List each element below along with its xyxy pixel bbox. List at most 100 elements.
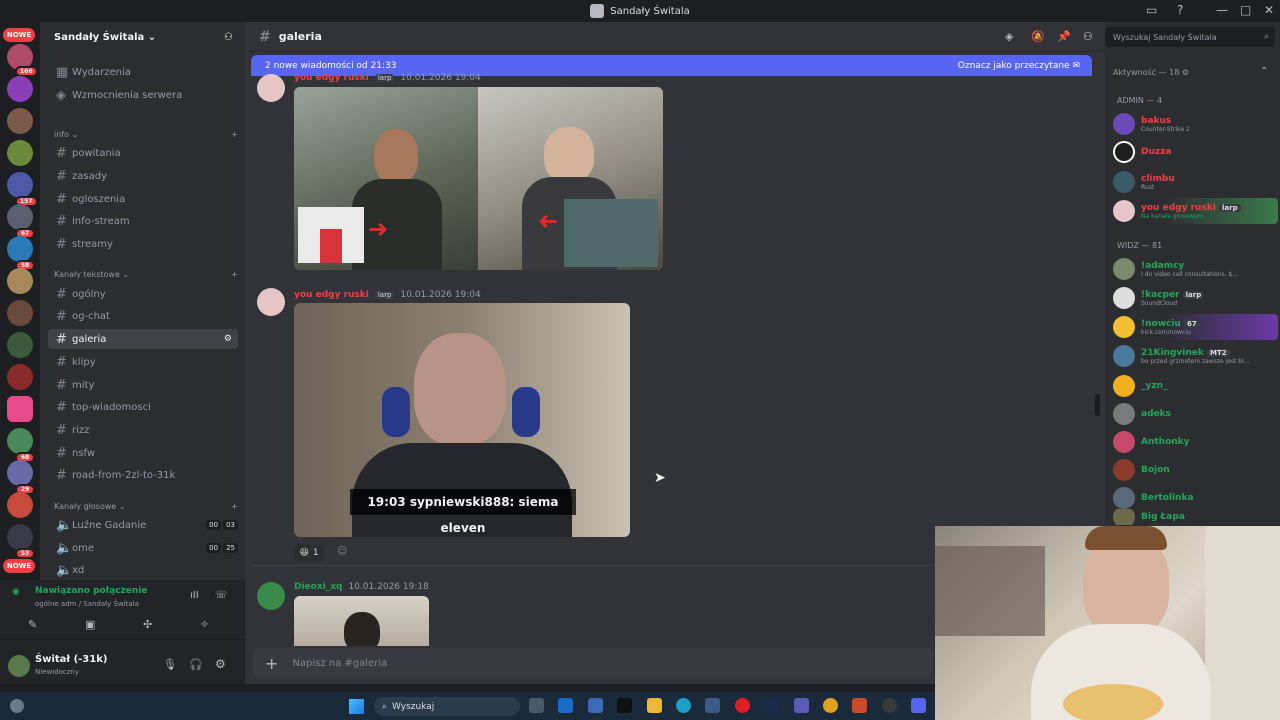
server-icon[interactable]: [7, 428, 33, 454]
voice-channel[interactable]: 🔈 Luźne Gadanie 00 03: [48, 515, 238, 535]
channel-item[interactable]: # zasady: [48, 166, 238, 186]
channel-item[interactable]: # nsfw: [48, 443, 238, 463]
member-row[interactable]: Bertolinka: [1113, 485, 1273, 511]
channel-events[interactable]: ▦ Wydarzenia: [48, 62, 238, 82]
avatar[interactable]: [257, 74, 285, 102]
microphone-icon[interactable]: 🎙: [163, 658, 177, 671]
channel-item[interactable]: # powitania: [48, 143, 238, 163]
outlook-icon[interactable]: [558, 698, 573, 713]
close-button[interactable]: ✕: [1264, 3, 1274, 17]
server-header[interactable]: Sandały Świtala ⌄ ⚇: [40, 22, 245, 52]
avatar[interactable]: [257, 582, 285, 610]
soundboard-icon[interactable]: ✧: [200, 618, 209, 631]
mark-read-button[interactable]: Oznacz jako przeczytane ✉: [958, 61, 1080, 71]
avatar[interactable]: [8, 655, 30, 677]
message-composer[interactable]: + Napisz na #galeria: [253, 648, 933, 678]
channel-boosts[interactable]: ◈ Wzmocnienia serwera: [48, 85, 238, 105]
message-image[interactable]: [294, 596, 429, 646]
member-row[interactable]: Big Łapa: [1113, 509, 1273, 525]
windows-start-icon[interactable]: [349, 699, 364, 714]
weather-icon[interactable]: [10, 699, 24, 713]
channel-item[interactable]: # info-stream: [48, 211, 238, 231]
channel-item[interactable]: # road-from-2zl-to-31k: [48, 465, 238, 485]
channel-item[interactable]: # rizz: [48, 420, 238, 440]
member-row[interactable]: you edgy ruski larp Na kanale głosowym: [1113, 198, 1278, 224]
channel-item-active[interactable]: # galeria ⚙: [48, 329, 238, 349]
message-image[interactable]: 19:03 sypniewski888: siema eleven: [294, 303, 630, 537]
gear-icon[interactable]: ⚙: [215, 657, 226, 671]
headphones-icon[interactable]: 🎧: [189, 658, 203, 671]
server-icon[interactable]: [7, 524, 33, 550]
member-row[interactable]: climbu Rust: [1113, 169, 1273, 195]
member-row[interactable]: adeks: [1113, 401, 1273, 427]
channel-item[interactable]: # ogólny: [48, 284, 238, 304]
pin-icon[interactable]: 📌: [1057, 30, 1071, 43]
voice-status-title[interactable]: Nawiązano połączenie: [35, 586, 147, 596]
member-list-icon[interactable]: ⚇: [1083, 30, 1093, 43]
disconnect-icon[interactable]: ☏: [215, 590, 228, 601]
add-channel-icon[interactable]: +: [231, 130, 238, 139]
tiktok-icon[interactable]: [617, 698, 632, 713]
channel-item[interactable]: # streamy: [48, 234, 238, 254]
category-text[interactable]: Kanały tekstowe ⌄ +: [54, 266, 238, 282]
noise-icon[interactable]: ıII: [190, 590, 199, 601]
steam-icon[interactable]: [764, 698, 779, 713]
threads-icon[interactable]: ◈: [1005, 30, 1013, 43]
category-info[interactable]: info ⌄ +: [54, 126, 238, 142]
opera-icon[interactable]: [735, 698, 750, 713]
server-icon[interactable]: [7, 204, 33, 230]
activity-header[interactable]: Aktywność — 18 ⚙: [1113, 68, 1189, 77]
server-icon[interactable]: [7, 300, 33, 326]
reaction[interactable]: 😆 1: [294, 544, 324, 562]
channel-item[interactable]: # mity: [48, 375, 238, 395]
member-row[interactable]: bakus Counter-Strike 2: [1113, 111, 1273, 137]
server-icon[interactable]: [7, 236, 33, 262]
add-member-icon[interactable]: ⚇: [224, 32, 233, 43]
app-icon[interactable]: [852, 698, 867, 713]
member-row[interactable]: Bojon: [1113, 457, 1273, 483]
add-channel-icon[interactable]: +: [231, 502, 238, 511]
chevron-up-icon[interactable]: ⌃: [1260, 66, 1268, 77]
edge-icon[interactable]: [676, 698, 691, 713]
add-reaction-icon[interactable]: ☺: [337, 546, 347, 557]
server-icon[interactable]: [7, 76, 33, 102]
app-icon[interactable]: [705, 698, 720, 713]
server-icon[interactable]: [7, 140, 33, 166]
server-icon[interactable]: [7, 460, 33, 486]
chrome-icon[interactable]: [823, 698, 838, 713]
server-icon[interactable]: [7, 268, 33, 294]
server-icon[interactable]: [7, 492, 33, 518]
member-row[interactable]: 21Kingvinek MT2 bo przed grzmotem zawsze …: [1113, 343, 1273, 369]
discord-icon[interactable]: [911, 698, 926, 713]
channel-item[interactable]: # ogloszenia: [48, 189, 238, 209]
activities-icon[interactable]: ✣: [143, 618, 152, 631]
scrollbar-thumb[interactable]: [1095, 394, 1100, 416]
voice-channel[interactable]: 🔈 xd: [48, 560, 238, 580]
server-icon[interactable]: [7, 332, 33, 358]
server-icon[interactable]: [7, 396, 33, 422]
minimize-button[interactable]: —: [1216, 3, 1228, 17]
member-row[interactable]: _yzn_: [1113, 373, 1273, 399]
server-icon[interactable]: [7, 364, 33, 390]
server-icon[interactable]: [7, 108, 33, 134]
notifications-icon[interactable]: 🔕: [1031, 30, 1045, 43]
avatar[interactable]: [257, 288, 285, 316]
folder-icon[interactable]: [647, 698, 662, 713]
member-row[interactable]: Duzza: [1113, 139, 1273, 165]
store-icon[interactable]: [588, 698, 603, 713]
channel-item[interactable]: # og-chat: [48, 306, 238, 326]
task-view-icon[interactable]: [529, 698, 544, 713]
message-image[interactable]: ➜ ➜: [294, 87, 663, 270]
member-row[interactable]: !nowciu 67 kick.com/nowciu: [1113, 314, 1278, 340]
inbox-icon[interactable]: ▭: [1146, 3, 1157, 17]
add-channel-icon[interactable]: +: [231, 270, 238, 279]
category-voice[interactable]: Kanały głosowe ⌄ +: [54, 498, 238, 514]
voice-channel[interactable]: 🔈 ome 00 25: [48, 538, 238, 558]
member-row[interactable]: !adamcy I do video call consultations. $.…: [1113, 256, 1273, 282]
help-icon[interactable]: ?: [1177, 3, 1183, 17]
taskbar-search[interactable]: ⌕ Wyszukaj: [374, 697, 520, 716]
search-input[interactable]: Wyszukaj Sandały Świtala ⌕: [1105, 27, 1275, 47]
maximize-button[interactable]: □: [1240, 3, 1251, 17]
settings-icon[interactable]: ⚙: [224, 334, 232, 344]
teams-icon[interactable]: [794, 698, 809, 713]
